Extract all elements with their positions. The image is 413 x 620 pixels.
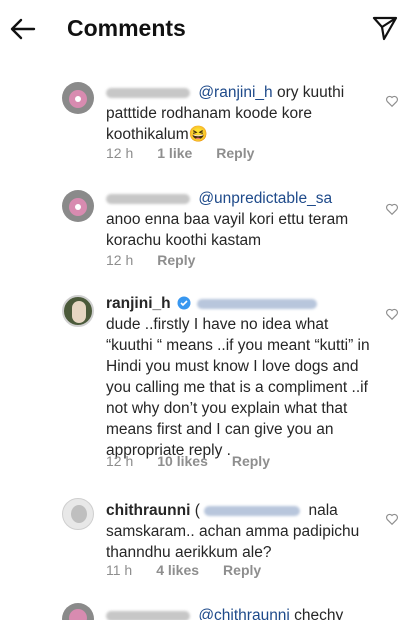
verified-badge-icon: [177, 296, 191, 310]
username-blurred[interactable]: [106, 193, 190, 204]
timestamp: 12 h: [106, 145, 134, 161]
avatar[interactable]: [62, 190, 94, 222]
username[interactable]: ranjini_h: [106, 295, 171, 312]
avatar[interactable]: [62, 498, 94, 530]
comment-text: @chithraunni chechy: [106, 605, 374, 620]
paren: (: [194, 502, 200, 519]
header: Comments: [0, 0, 413, 58]
heart-icon[interactable]: [385, 512, 399, 526]
likes-count[interactable]: 10 likes: [157, 453, 208, 469]
comment-meta: 12 h 10 likes Reply: [106, 453, 294, 469]
username-blurred[interactable]: [106, 610, 190, 620]
avatar[interactable]: [62, 603, 94, 620]
comment-text: ranjini_h dude ..firstly I have no idea …: [106, 293, 374, 461]
comment-text: @unpredictable_sa anoo enna baa vayil ko…: [106, 188, 374, 251]
reply-button[interactable]: Reply: [223, 562, 261, 578]
back-arrow-icon[interactable]: [8, 14, 38, 44]
comment-text: chithraunni ( nala samskaram.. achan amm…: [106, 500, 374, 563]
likes-count[interactable]: 4 likes: [156, 562, 199, 578]
timestamp: 12 h: [106, 252, 134, 268]
avatar[interactable]: [62, 82, 94, 114]
comment-meta: 12 h 1 like Reply: [106, 145, 278, 161]
comment-text: @ranjini_h ory kuuthi patttide rodhanam …: [106, 82, 374, 145]
likes-count[interactable]: 1 like: [157, 145, 192, 161]
username-blurred[interactable]: [106, 87, 190, 98]
avatar[interactable]: [62, 295, 94, 327]
reply-button[interactable]: Reply: [216, 145, 254, 161]
mention-blurred[interactable]: [204, 505, 301, 516]
mention-link[interactable]: @ranjini_h: [198, 84, 272, 101]
timestamp: 11 h: [106, 562, 133, 578]
reply-button[interactable]: Reply: [157, 252, 195, 268]
heart-icon[interactable]: [385, 307, 399, 321]
page-title: Comments: [67, 15, 186, 41]
comment-body: anoo enna baa vayil kori ettu teram kora…: [106, 211, 349, 249]
mention-link[interactable]: @chithraunni: [198, 607, 290, 620]
reply-button[interactable]: Reply: [232, 453, 270, 469]
send-icon[interactable]: [371, 14, 399, 42]
comment-meta: 11 h 4 likes Reply: [106, 562, 285, 578]
username[interactable]: chithraunni: [106, 502, 190, 519]
heart-icon[interactable]: [385, 94, 399, 108]
mention-link[interactable]: @unpredictable_sa: [198, 190, 332, 207]
timestamp: 12 h: [106, 453, 134, 469]
mention-blurred[interactable]: [197, 298, 318, 309]
comment-body: chechy: [289, 607, 344, 620]
comment-body: dude ..firstly I have no idea what “kuut…: [106, 316, 370, 459]
heart-icon[interactable]: [385, 202, 399, 216]
comment-meta: 12 h Reply: [106, 252, 219, 268]
